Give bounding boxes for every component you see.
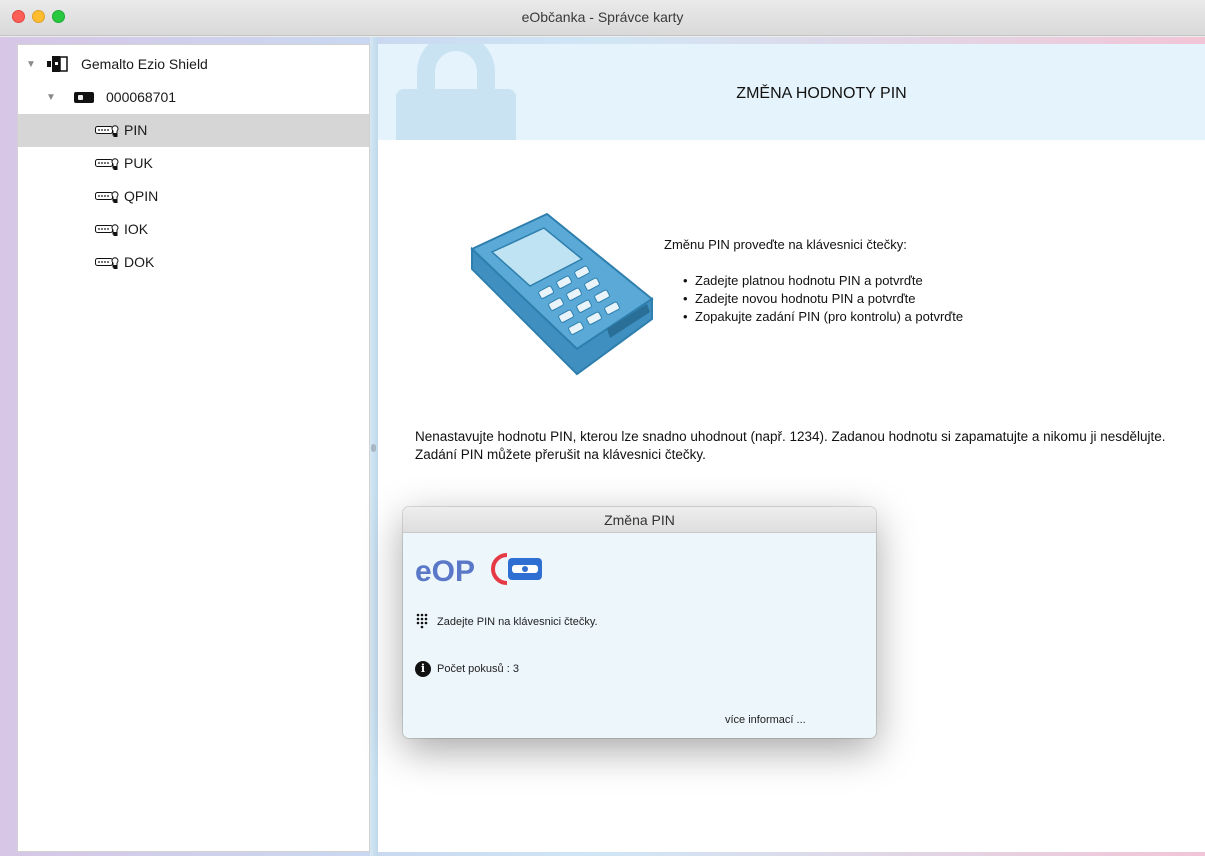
- change-pin-dialog: Změna PIN eOP Zadejte PIN na klávesnici …: [403, 507, 876, 738]
- disclosure-triangle-icon[interactable]: ▼: [46, 92, 56, 103]
- splitter-grip-icon[interactable]: [371, 444, 376, 452]
- tree-item-label: PUK: [124, 155, 153, 171]
- tree-item-label: IOK: [124, 221, 149, 237]
- smart-card-icon: [74, 92, 94, 103]
- keypad-key-icon: [95, 257, 119, 270]
- tree-row-reader[interactable]: ▼ Gemalto Ezio Shield: [18, 48, 369, 81]
- page-header-banner: ZMĚNA HODNOTY PIN: [378, 44, 1205, 140]
- page-title: ZMĚNA HODNOTY PIN: [736, 85, 907, 102]
- keypad-icon: [416, 613, 428, 629]
- list-item: Zadejte novou hodnotu PIN a potvrďte: [683, 290, 963, 308]
- tree-item-label: QPIN: [124, 188, 159, 204]
- instruction-intro: Změnu PIN proveďte na klávesnici čtečky:: [664, 237, 907, 252]
- tree-item-pin[interactable]: PIN: [18, 114, 369, 147]
- dialog-title: Změna PIN: [403, 507, 876, 533]
- app-window: eObčanka - Správce karty ▼ Gemalto Ezio …: [0, 0, 1205, 856]
- keypad-key-icon: [95, 224, 119, 237]
- tree-item-dok[interactable]: DOK: [18, 246, 369, 279]
- tree-item-label: PIN: [124, 122, 148, 138]
- enter-pin-prompt: Zadejte PIN na klávesnici čtečky.: [437, 616, 598, 628]
- pin-warning-text: Nenastavujte hodnotu PIN, kterou lze sna…: [415, 428, 1185, 464]
- tree-item-puk[interactable]: PUK: [18, 147, 369, 180]
- window-title: eObčanka - Správce karty: [521, 9, 684, 25]
- warning-line: Nenastavujte hodnotu PIN, kterou lze sna…: [415, 429, 1166, 444]
- info-icon: i: [415, 661, 431, 677]
- title-bar: eObčanka - Správce karty: [0, 0, 1205, 36]
- logo-text: eOP: [415, 555, 475, 588]
- tree-item-iok[interactable]: IOK: [18, 213, 369, 246]
- tree-item-label: DOK: [124, 254, 155, 270]
- disclosure-triangle-icon[interactable]: ▼: [26, 59, 36, 70]
- card-number-label: 000068701: [106, 89, 177, 105]
- card-reader-icon: [46, 56, 68, 72]
- card-terminal-illustration: [470, 212, 654, 376]
- list-item: Zadejte platnou hodnotu PIN a potvrďte: [683, 272, 963, 290]
- keypad-key-icon: [95, 125, 119, 138]
- warning-line: Zadání PIN můžete přerušit na klávesnici…: [415, 447, 706, 462]
- instruction-steps-list: Zadejte platnou hodnotu PIN a potvrďte Z…: [683, 272, 963, 326]
- keypad-key-icon: [95, 191, 119, 204]
- attempts-remaining: Počet pokusů : 3: [437, 663, 519, 675]
- more-info-link[interactable]: více informací ...: [725, 714, 806, 726]
- card-tree-sidebar: ▼ Gemalto Ezio Shield ▼ 000068701 PIN PU…: [17, 44, 370, 852]
- reader-label: Gemalto Ezio Shield: [81, 56, 208, 72]
- list-item: Zopakujte zadání PIN (pro kontrolu) a po…: [683, 308, 963, 326]
- eop-logo: eOP: [415, 549, 555, 594]
- tree-item-qpin[interactable]: QPIN: [18, 180, 369, 213]
- tree-row-card[interactable]: ▼ 000068701: [18, 81, 369, 114]
- keypad-key-icon: [95, 158, 119, 171]
